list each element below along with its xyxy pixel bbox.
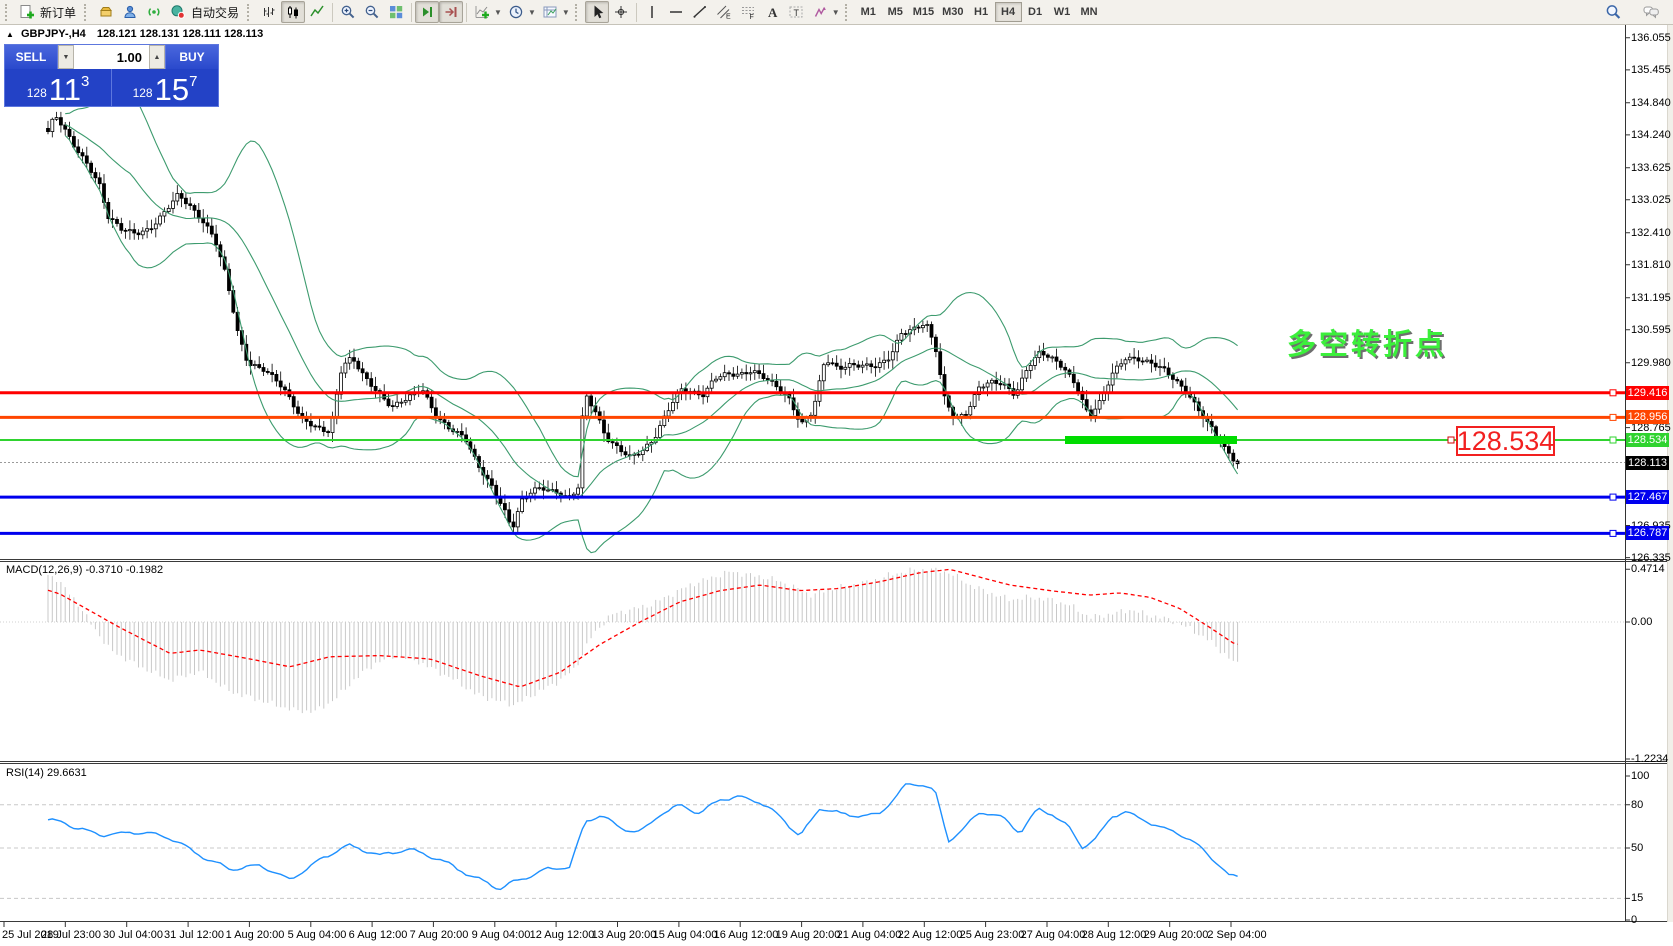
macd-axis-label: 0.4714	[1631, 563, 1665, 575]
volume-up-button[interactable]: ▲	[149, 45, 165, 69]
buy-price-prefix: 128	[133, 86, 153, 100]
time-axis-label: 27 Aug 04:00	[1021, 929, 1086, 941]
buy-price-big: 15	[155, 75, 189, 104]
time-axis-label: 7 Aug 20:00	[410, 929, 469, 941]
time-axis-label: 28 Jul 23:00	[41, 929, 101, 941]
volume-down-button[interactable]: ▼	[58, 45, 74, 69]
price-axis-label: 135.455	[1631, 64, 1671, 76]
ohlc-values: 128.121 128.131 128.111 128.113	[97, 28, 263, 40]
rsi-axis-label: 50	[1631, 842, 1643, 854]
rsi-label: RSI(14) 29.6631	[6, 767, 87, 779]
time-axis-label: 9 Aug 04:00	[472, 929, 531, 941]
pane-separator-rsi[interactable]	[0, 762, 1673, 764]
bollinger-band	[65, 92, 1237, 476]
time-axis-label: 6 Aug 12:00	[349, 929, 408, 941]
time-axis-label: 21 Aug 04:00	[837, 929, 902, 941]
time-axis-label: 16 Aug 12:00	[714, 929, 779, 941]
time-axis-label: 15 Aug 04:00	[653, 929, 718, 941]
hline-end-marker[interactable]	[1610, 494, 1616, 500]
price-axis-label: 132.410	[1631, 227, 1671, 239]
time-axis-label: 2 Sep 04:00	[1207, 929, 1266, 941]
price-axis-badge-128.113[interactable]: 128.113	[1626, 456, 1669, 470]
price-axis-label: 134.240	[1631, 129, 1671, 141]
window-right-edge	[1667, 25, 1673, 922]
macd-histogram	[48, 568, 1238, 714]
sell-button[interactable]: SELL	[5, 45, 58, 69]
volume-stepper: ▼ 1.00 ▲	[58, 45, 165, 69]
hline-end-marker[interactable]	[1610, 414, 1616, 420]
time-axis-label: 31 Jul 12:00	[164, 929, 224, 941]
price-axis-label: 131.195	[1631, 292, 1671, 304]
rsi-axis-label: 80	[1631, 799, 1643, 811]
price-axis-label: 133.025	[1631, 194, 1671, 206]
price-axis-label: 129.980	[1631, 357, 1671, 369]
price-axis-badge-128.534[interactable]: 128.534	[1626, 433, 1669, 447]
time-tick-marks	[4, 922, 1231, 927]
time-axis-label: 25 Aug 23:00	[960, 929, 1025, 941]
macd-label: MACD(12,26,9) -0.3710 -0.1982	[6, 564, 163, 576]
one-click-trading-panel: SELL ▼ 1.00 ▲ BUY 128 11 3 128 15 7	[4, 44, 219, 107]
sell-price-big: 11	[49, 75, 81, 104]
buy-price-sup: 7	[189, 73, 197, 90]
sell-price[interactable]: 128 11 3	[5, 69, 112, 106]
price-axis-badge-129.416[interactable]: 129.416	[1626, 386, 1669, 400]
turning-point-annotation[interactable]: 多空转折点	[1287, 321, 1447, 363]
price-axis-label: 131.810	[1631, 259, 1671, 271]
hline-end-marker[interactable]	[1610, 437, 1616, 443]
price-axis-label: 136.055	[1631, 32, 1671, 44]
sell-price-sup: 3	[81, 73, 89, 90]
time-axis-label: 1 Aug 20:00	[226, 929, 285, 941]
thick-green-segment[interactable]	[1065, 436, 1237, 444]
time-axis-label: 5 Aug 04:00	[288, 929, 347, 941]
price-axis-badge-126.787[interactable]: 126.787	[1626, 526, 1669, 540]
symbol-name: GBPJPY-,H4	[21, 28, 86, 40]
candlestick-series	[47, 92, 1240, 552]
price-axis-label: 134.840	[1631, 97, 1671, 109]
time-axis-label: 22 Aug 12:00	[898, 929, 963, 941]
line-handle[interactable]	[1448, 437, 1454, 443]
hline-end-marker[interactable]	[1610, 530, 1616, 536]
macd-signal-line	[48, 570, 1238, 687]
chart-canvas[interactable]	[0, 0, 1673, 946]
sell-price-prefix: 128	[27, 86, 47, 100]
price-axis-label: 130.595	[1631, 324, 1671, 336]
symbol-info: ▲ GBPJPY-,H4 128.121 128.131 128.111 128…	[6, 28, 263, 40]
buy-price[interactable]: 128 15 7	[112, 69, 218, 106]
volume-input[interactable]: 1.00	[74, 45, 149, 69]
time-axis-label: 19 Aug 20:00	[776, 929, 841, 941]
time-axis-label: 13 Aug 20:00	[592, 929, 657, 941]
price-flag-annotation[interactable]: 128.534	[1456, 426, 1555, 456]
price-axis-badge-128.956[interactable]: 128.956	[1626, 410, 1669, 424]
pane-separator-macd[interactable]	[0, 560, 1673, 562]
rsi-axis-label: 0	[1631, 914, 1637, 926]
time-axis-label: 28 Aug 12:00	[1082, 929, 1147, 941]
time-axis-label: 12 Aug 12:00	[530, 929, 595, 941]
time-axis-label: 30 Jul 04:00	[103, 929, 163, 941]
time-axis-label: 29 Aug 20:00	[1144, 929, 1209, 941]
collapse-quote-icon[interactable]: ▲	[6, 30, 14, 39]
hline-end-marker[interactable]	[1610, 390, 1616, 396]
rsi-axis-label: 100	[1631, 770, 1649, 782]
macd-axis-label: 0.00	[1631, 616, 1652, 628]
price-axis-badge-127.467[interactable]: 127.467	[1626, 490, 1669, 504]
buy-button[interactable]: BUY	[165, 45, 218, 69]
price-axis-label: 133.625	[1631, 162, 1671, 174]
rsi-axis-label: 15	[1631, 892, 1643, 904]
rsi-line	[48, 784, 1238, 890]
macd-axis-label: -1.2234	[1631, 753, 1668, 765]
